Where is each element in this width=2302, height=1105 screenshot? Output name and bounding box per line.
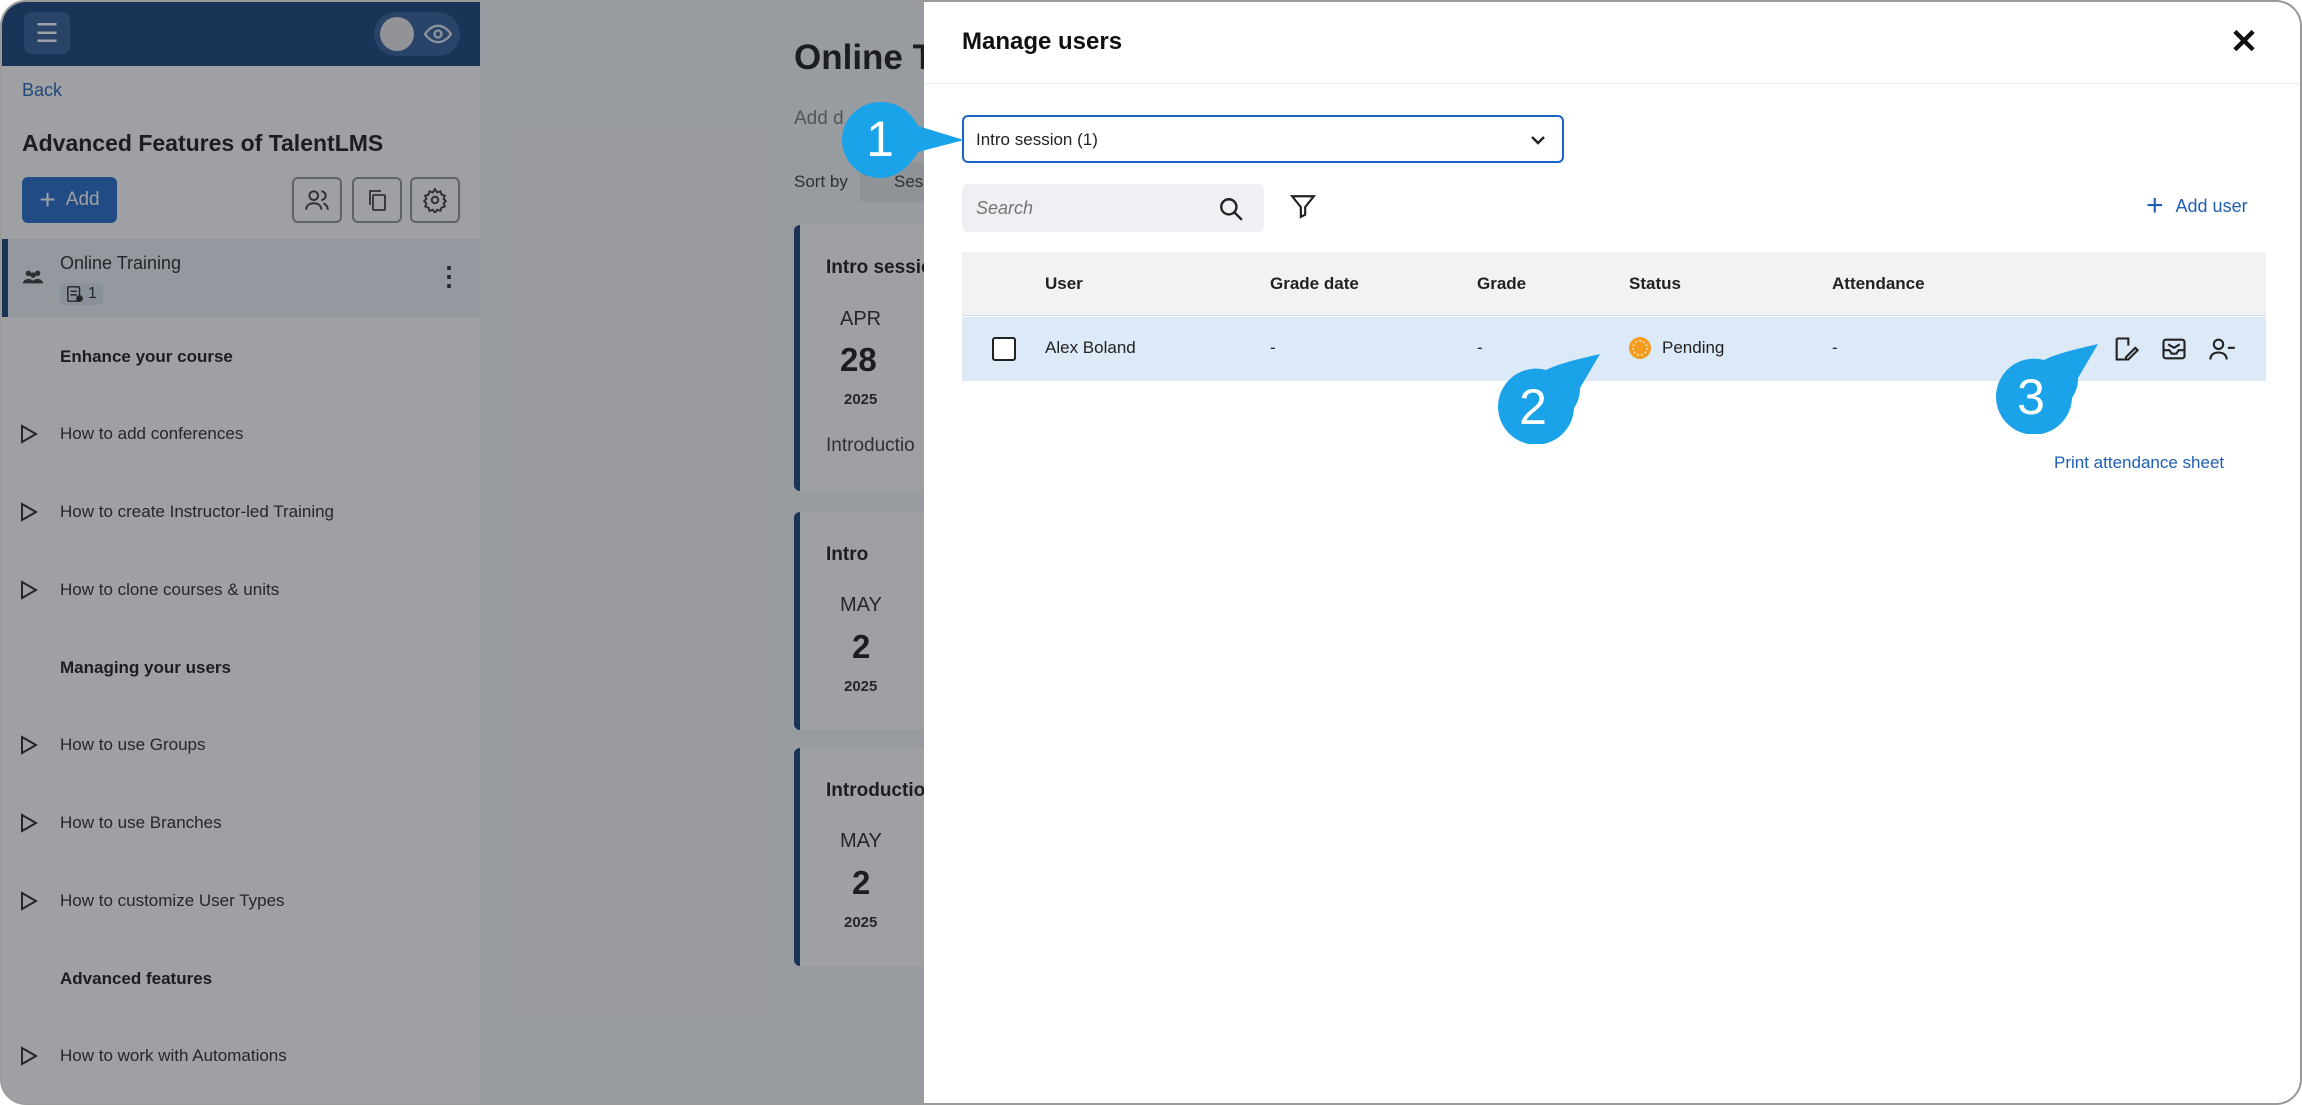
edit-grade-icon[interactable] [2112, 335, 2140, 363]
attendance: - [1832, 338, 1838, 357]
session-select-value: Intro session (1) [976, 130, 1098, 149]
app-window: ☰ Back Advanced Features of TalentLMS + … [0, 0, 2302, 1105]
table-header: User Grade date Grade Status Attendance [962, 252, 2266, 316]
grade-date: - [1270, 338, 1276, 357]
modal-title: Manage users [962, 28, 1123, 55]
callout-number-2: 2 [1519, 379, 1547, 435]
user-name: Alex Boland [1045, 338, 1136, 357]
pending-status-icon [1629, 337, 1651, 359]
column-attendance[interactable]: Attendance [1832, 274, 1925, 294]
row-checkbox[interactable] [992, 337, 1016, 361]
search-box [962, 184, 1264, 232]
search-input[interactable] [976, 194, 1216, 222]
session-select[interactable]: Intro session (1) [962, 115, 1564, 163]
print-attendance-link[interactable]: Print attendance sheet [2054, 453, 2224, 473]
filter-icon[interactable] [1290, 193, 1316, 219]
chevron-down-icon [1531, 136, 1545, 145]
add-user-button[interactable]: + Add user [2146, 189, 2248, 222]
column-grade-date[interactable]: Grade date [1270, 274, 1359, 294]
callout-number-1: 1 [866, 111, 894, 167]
status-text: Pending [1662, 338, 1725, 357]
remove-user-icon[interactable] [2208, 335, 2236, 363]
column-user[interactable]: User [1045, 274, 1083, 294]
grade: - [1477, 338, 1483, 357]
message-icon[interactable] [2160, 335, 2188, 363]
callout-number-3: 3 [2017, 369, 2045, 425]
manage-users-panel: Manage users ✕ Intro session (1) + Add u… [924, 2, 2300, 1103]
column-status[interactable]: Status [1629, 274, 1681, 294]
search-icon[interactable] [1218, 196, 1244, 222]
column-grade[interactable]: Grade [1477, 274, 1526, 294]
modal-backdrop[interactable] [2, 2, 924, 1103]
close-icon[interactable]: ✕ [2226, 24, 2262, 60]
add-user-label: Add user [2175, 195, 2248, 216]
modal-header: Manage users ✕ [924, 2, 2300, 84]
plus-icon: + [2146, 189, 2164, 222]
